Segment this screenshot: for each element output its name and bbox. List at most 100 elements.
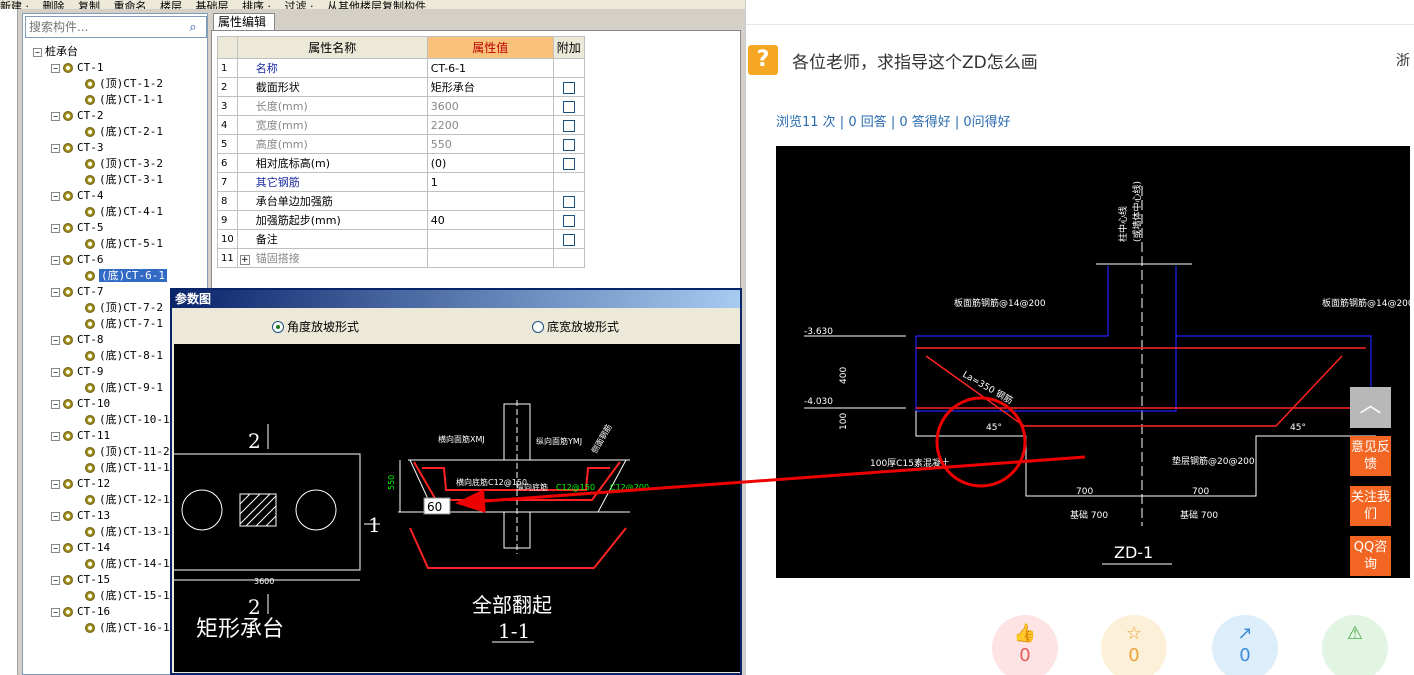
feedback-button[interactable]: 意见反馈: [1350, 436, 1391, 476]
property-row[interactable]: 8 承台单边加强筋: [217, 191, 585, 211]
toolbar-copy-from-floor-button[interactable]: 从其他楼层复制构件: [327, 0, 426, 9]
collapse-icon[interactable]: −: [51, 255, 60, 265]
property-row[interactable]: 6 相对底标高(m) (0): [217, 153, 585, 173]
component-icon: [85, 447, 95, 457]
collapse-icon[interactable]: −: [51, 479, 60, 489]
collapse-icon[interactable]: −: [51, 511, 60, 521]
property-row[interactable]: 10 备注: [217, 229, 585, 249]
tree-group[interactable]: − CT-5: [27, 220, 207, 236]
tree-group-label: CT-3: [77, 141, 104, 154]
tree-item-label: (底)CT-10-1: [99, 413, 170, 426]
extra-checkbox[interactable]: [562, 119, 575, 132]
property-row[interactable]: 9 加强筋起步(mm) 40: [217, 210, 585, 230]
property-value[interactable]: 1: [426, 172, 554, 192]
toolbar-sort-button[interactable]: 排序 ·: [242, 0, 271, 9]
property-value[interactable]: (0): [426, 153, 554, 173]
radio-angle-slope[interactable]: 角度放坡形式: [272, 318, 359, 335]
collapse-icon[interactable]: −: [51, 111, 60, 121]
property-row[interactable]: 5 高度(mm) 550: [217, 134, 585, 154]
extra-checkbox[interactable]: [562, 81, 575, 94]
share-action-button[interactable]: ↗ 0: [1212, 615, 1278, 675]
expand-icon[interactable]: +: [239, 255, 250, 265]
tree-group[interactable]: − CT-1: [27, 60, 207, 76]
search-input[interactable]: [26, 18, 182, 36]
property-row[interactable]: 7 其它钢筋 1: [217, 172, 585, 192]
property-extra: [552, 248, 585, 268]
tree-group-label: CT-4: [77, 189, 104, 202]
property-value[interactable]: 3600: [426, 96, 554, 116]
property-name-text: 相对底标高(m): [255, 157, 331, 170]
tree-group[interactable]: − CT-6: [27, 252, 207, 268]
property-value[interactable]: [426, 248, 554, 268]
extra-checkbox[interactable]: [562, 138, 575, 151]
collapse-icon[interactable]: −: [51, 143, 60, 153]
toolbar-copy-button[interactable]: 复制: [78, 0, 100, 9]
tree-item[interactable]: (底)CT-4-1: [27, 204, 207, 220]
tree-root[interactable]: − 桩承台: [27, 44, 207, 60]
property-value[interactable]: [426, 191, 554, 211]
property-row[interactable]: 3 长度(mm) 3600: [217, 96, 585, 116]
tab-property-edit[interactable]: 属性编辑: [213, 13, 275, 31]
extra-checkbox[interactable]: [562, 233, 575, 246]
extra-checkbox[interactable]: [562, 195, 575, 208]
tree-item[interactable]: (底)CT-2-1: [27, 124, 207, 140]
collapse-icon[interactable]: −: [51, 63, 60, 73]
toolbar-new-button[interactable]: 新建 ·: [0, 0, 29, 9]
component-icon: [85, 495, 95, 505]
property-value[interactable]: 550: [426, 134, 554, 154]
property-row[interactable]: 2 截面形状 矩形承台: [217, 77, 585, 97]
collapse-icon[interactable]: −: [51, 191, 60, 201]
qq-consult-button[interactable]: QQ咨询: [1350, 536, 1391, 576]
question-stats[interactable]: 浏览11 次 | 0 回答 | 0 答得好 | 0问得好: [776, 111, 1011, 130]
tree-item[interactable]: (底)CT-3-1: [27, 172, 207, 188]
collapse-icon[interactable]: −: [51, 607, 60, 617]
toolbar-filter-button[interactable]: 过滤 ·: [285, 0, 314, 9]
collapse-icon[interactable]: −: [51, 399, 60, 409]
property-value[interactable]: 40: [426, 210, 554, 230]
component-icon: [85, 383, 95, 393]
tree-item[interactable]: (底)CT-5-1: [27, 236, 207, 252]
collapse-icon[interactable]: −: [51, 431, 60, 441]
property-row[interactable]: 4 宽度(mm) 2200: [217, 115, 585, 135]
property-value[interactable]: [426, 229, 554, 249]
toolbar-rename-button[interactable]: 重命名: [114, 0, 147, 9]
search-icon[interactable]: ⌕: [182, 18, 204, 36]
tree-group[interactable]: − CT-2: [27, 108, 207, 124]
property-value[interactable]: 矩形承台: [426, 77, 554, 97]
toolbar-floor-select[interactable]: 基础层: [196, 0, 229, 9]
follow-us-button[interactable]: 关注我们: [1350, 486, 1391, 526]
share-count: 0: [1239, 645, 1251, 666]
collapse-icon[interactable]: −: [51, 287, 60, 297]
collapse-icon[interactable]: −: [33, 47, 42, 57]
collapse-icon[interactable]: −: [51, 335, 60, 345]
tree-group[interactable]: − CT-4: [27, 188, 207, 204]
collapse-icon[interactable]: −: [51, 543, 60, 553]
property-value[interactable]: 2200: [426, 115, 554, 135]
component-icon: [63, 511, 73, 521]
tree-group[interactable]: − CT-3: [27, 140, 207, 156]
cad-top-label-2: (或墙体中心线): [1131, 181, 1143, 242]
warn-action-button[interactable]: ⚠: [1322, 615, 1388, 675]
component-icon: [63, 607, 73, 617]
property-row[interactable]: 11 + 锚固搭接: [217, 248, 585, 268]
tree-item[interactable]: (底)CT-1-1: [27, 92, 207, 108]
property-value[interactable]: CT-6-1: [426, 58, 554, 78]
toolbar-delete-button[interactable]: 删除: [43, 0, 65, 9]
component-icon: [63, 399, 73, 409]
row-index: 5: [217, 134, 238, 154]
collapse-icon[interactable]: −: [51, 367, 60, 377]
collapse-icon[interactable]: −: [51, 223, 60, 233]
tree-item[interactable]: (底)CT-6-1: [27, 268, 207, 284]
like-action-button[interactable]: 👍 0: [992, 615, 1058, 675]
radio-bottom-width-slope[interactable]: 底宽放坡形式: [532, 318, 619, 335]
extra-checkbox[interactable]: [562, 214, 575, 227]
back-to-top-button[interactable]: ︿: [1350, 387, 1391, 428]
tree-item[interactable]: (顶)CT-1-2: [27, 76, 207, 92]
extra-checkbox[interactable]: [562, 100, 575, 113]
tree-item[interactable]: (顶)CT-3-2: [27, 156, 207, 172]
collapse-icon[interactable]: −: [51, 575, 60, 585]
extra-checkbox[interactable]: [562, 157, 575, 170]
tree-item-label: (底)CT-1-1: [99, 93, 163, 106]
star-action-button[interactable]: ☆ 0: [1101, 615, 1167, 675]
property-row[interactable]: 1 名称 CT-6-1: [217, 58, 585, 78]
